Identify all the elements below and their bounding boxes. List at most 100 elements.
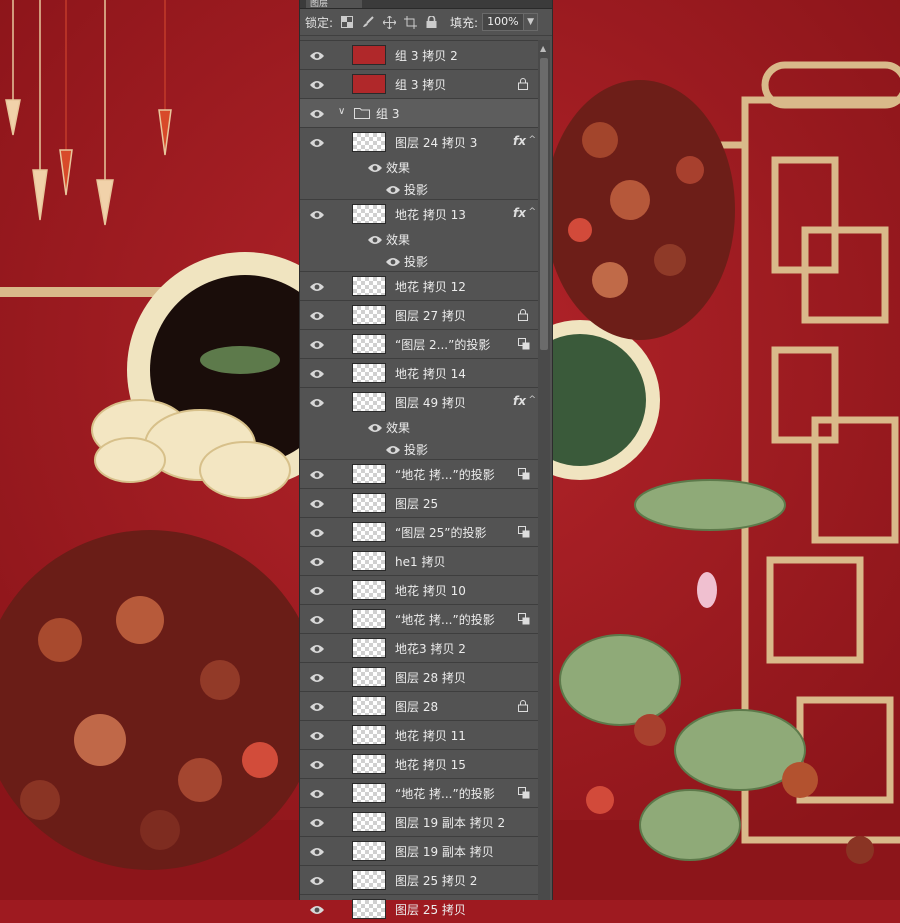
- visibility-eye-icon[interactable]: [310, 846, 324, 856]
- lock-bar: 锁定: 填充: 100% ▼: [300, 9, 552, 36]
- layer-row[interactable]: 投影: [300, 438, 538, 460]
- visibility-eye-icon[interactable]: [310, 137, 324, 147]
- visibility-eye-icon[interactable]: [368, 234, 382, 244]
- linked-layer-icon: [518, 613, 530, 625]
- collapse-effects-icon[interactable]: ^: [528, 207, 536, 217]
- visibility-eye-icon[interactable]: [310, 397, 324, 407]
- layer-thumbnail: [352, 609, 386, 629]
- visibility-eye-icon[interactable]: [310, 310, 324, 320]
- layer-row[interactable]: 图层 19 副本 拷贝: [300, 836, 538, 865]
- chevron-down-icon[interactable]: ∨: [338, 106, 345, 117]
- layer-row[interactable]: 图层 24 拷贝 3 fx ^: [300, 127, 538, 156]
- visibility-eye-icon[interactable]: [310, 643, 324, 653]
- visibility-eye-icon[interactable]: [310, 788, 324, 798]
- layer-thumbnail: [352, 870, 386, 890]
- scrollbar-thumb[interactable]: [540, 58, 548, 350]
- visibility-eye-icon[interactable]: [310, 209, 324, 219]
- visibility-eye-icon[interactable]: [310, 368, 324, 378]
- move-lock-icon[interactable]: [382, 15, 396, 29]
- layer-row[interactable]: 效果: [300, 156, 538, 178]
- layer-row[interactable]: 图层 27 拷贝: [300, 300, 538, 329]
- artboard-lock-icon[interactable]: [403, 15, 417, 29]
- layer-row[interactable]: 组 3 拷贝: [300, 69, 538, 98]
- visibility-eye-icon[interactable]: [310, 527, 324, 537]
- layers-scrollbar[interactable]: ▲: [538, 40, 550, 900]
- layer-thumbnail: [352, 841, 386, 861]
- layer-row[interactable]: 地花 拷贝 14: [300, 358, 538, 387]
- layer-thumbnail: [352, 667, 386, 687]
- layer-name: 地花 拷贝 11: [395, 729, 466, 743]
- layer-row[interactable]: 图层 28 拷贝: [300, 662, 538, 691]
- visibility-eye-icon[interactable]: [310, 79, 324, 89]
- layer-name: 地花 拷贝 14: [395, 367, 466, 381]
- visibility-eye-icon[interactable]: [310, 556, 324, 566]
- layer-row[interactable]: 图层 49 拷贝 fx ^: [300, 387, 538, 416]
- layer-row[interactable]: 效果: [300, 416, 538, 438]
- visibility-eye-icon[interactable]: [310, 701, 324, 711]
- visibility-eye-icon[interactable]: [310, 759, 324, 769]
- visibility-eye-icon[interactable]: [386, 184, 400, 194]
- layer-name: 图层 28 拷贝: [395, 671, 466, 685]
- layer-row[interactable]: “图层 25”的投影: [300, 517, 538, 546]
- layer-thumbnail: [352, 334, 386, 354]
- layer-name: 图层 25 拷贝 2: [395, 874, 478, 888]
- fx-icon[interactable]: fx: [513, 206, 526, 220]
- visibility-eye-icon[interactable]: [310, 281, 324, 291]
- collapse-effects-icon[interactable]: ^: [528, 395, 536, 405]
- layer-thumbnail: [352, 132, 386, 152]
- layer-row[interactable]: 投影: [300, 250, 538, 272]
- visibility-eye-icon[interactable]: [310, 585, 324, 595]
- visibility-eye-icon[interactable]: [310, 817, 324, 827]
- chevron-down-icon[interactable]: ▼: [524, 13, 539, 31]
- layer-name: 图层 19 副本 拷贝 2: [395, 816, 506, 830]
- brush-lock-icon[interactable]: [361, 15, 375, 29]
- tab-layers[interactable]: 图层: [306, 0, 362, 8]
- layer-row[interactable]: 地花 拷贝 10: [300, 575, 538, 604]
- transparency-lock-icon[interactable]: [340, 15, 354, 29]
- lock-all-icon[interactable]: [424, 15, 438, 29]
- layer-row[interactable]: 图层 25: [300, 488, 538, 517]
- layer-row[interactable]: 图层 25 拷贝: [300, 894, 538, 923]
- layer-row[interactable]: 地花 拷贝 15: [300, 749, 538, 778]
- visibility-eye-icon[interactable]: [310, 730, 324, 740]
- visibility-eye-icon[interactable]: [310, 875, 324, 885]
- layer-row[interactable]: 地花 拷贝 13 fx ^: [300, 199, 538, 228]
- layer-row[interactable]: ∨ 组 3: [300, 98, 538, 127]
- visibility-eye-icon[interactable]: [310, 498, 324, 508]
- layer-row[interactable]: 地花 拷贝 11: [300, 720, 538, 749]
- layer-row[interactable]: 地花 拷贝 12: [300, 271, 538, 300]
- visibility-eye-icon[interactable]: [310, 50, 324, 60]
- visibility-eye-icon[interactable]: [310, 904, 324, 914]
- layer-row[interactable]: “地花 拷...”的投影: [300, 604, 538, 633]
- visibility-eye-icon[interactable]: [368, 422, 382, 432]
- layer-name: 图层 27 拷贝: [395, 309, 466, 323]
- layer-name: “地花 拷...”的投影: [395, 468, 495, 482]
- visibility-eye-icon[interactable]: [310, 339, 324, 349]
- visibility-eye-icon[interactable]: [310, 469, 324, 479]
- linked-layer-icon: [518, 468, 530, 480]
- layer-name: 地花 拷贝 10: [395, 584, 466, 598]
- visibility-eye-icon[interactable]: [386, 444, 400, 454]
- visibility-eye-icon[interactable]: [310, 672, 324, 682]
- layer-row[interactable]: he1 拷贝: [300, 546, 538, 575]
- layer-row[interactable]: 图层 19 副本 拷贝 2: [300, 807, 538, 836]
- layer-thumbnail: [352, 551, 386, 571]
- fill-opacity-input[interactable]: 100%: [482, 13, 525, 31]
- layer-row[interactable]: 图层 28: [300, 691, 538, 720]
- layer-row[interactable]: 组 3 拷贝 2: [300, 40, 538, 69]
- layer-row[interactable]: “地花 拷...”的投影: [300, 778, 538, 807]
- visibility-eye-icon[interactable]: [386, 256, 400, 266]
- collapse-effects-icon[interactable]: ^: [528, 135, 536, 145]
- fx-icon[interactable]: fx: [513, 394, 526, 408]
- visibility-eye-icon[interactable]: [310, 614, 324, 624]
- layer-row[interactable]: 地花3 拷贝 2: [300, 633, 538, 662]
- layer-row[interactable]: “地花 拷...”的投影: [300, 459, 538, 488]
- layer-row[interactable]: 效果: [300, 228, 538, 250]
- layer-row[interactable]: 图层 25 拷贝 2: [300, 865, 538, 894]
- visibility-eye-icon[interactable]: [368, 162, 382, 172]
- layer-row[interactable]: “图层 2...”的投影: [300, 329, 538, 358]
- layer-row[interactable]: 投影: [300, 178, 538, 200]
- scroll-up-icon[interactable]: ▲: [540, 44, 546, 53]
- visibility-eye-icon[interactable]: [310, 108, 324, 118]
- fx-icon[interactable]: fx: [513, 134, 526, 148]
